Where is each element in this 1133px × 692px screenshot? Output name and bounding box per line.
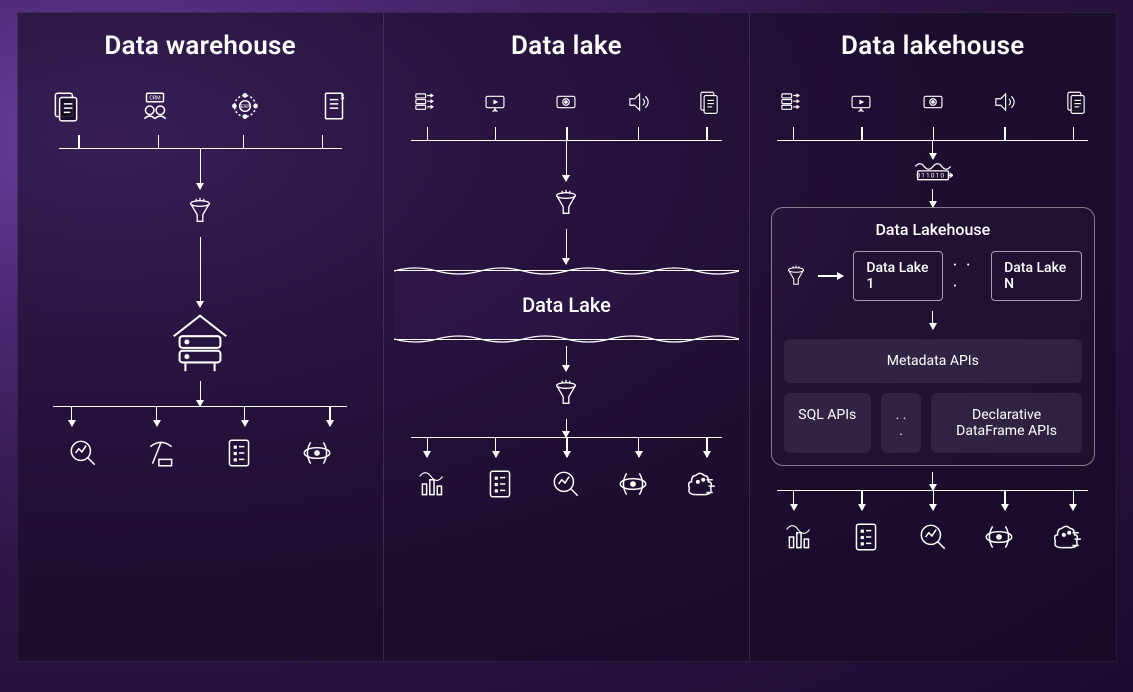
- documents-icon: [696, 89, 722, 115]
- column-data-warehouse: Data warehouse: [18, 13, 384, 661]
- consumer-icons-row: [404, 467, 729, 501]
- metadata-apis-box: Metadata APIs: [784, 339, 1083, 383]
- source-icons-row: [28, 89, 373, 123]
- arrow-down-icon: [566, 229, 567, 264]
- audio-icon: [625, 89, 651, 115]
- ellipsis: · · ·: [953, 255, 981, 297]
- analytics-search-icon: [916, 520, 950, 554]
- fan-out-connector: [53, 406, 347, 426]
- billing-icon: [317, 89, 351, 123]
- fan-in-connector: [777, 127, 1088, 141]
- documents-icon: [1063, 89, 1089, 115]
- streaming-data-icon: [411, 89, 437, 115]
- lakehouse-container: Data Lakehouse Data Lake 1 · · · Data La…: [771, 207, 1096, 466]
- camera-icon: [553, 89, 579, 115]
- arrow-down-icon: [566, 141, 567, 181]
- video-icon: [848, 89, 874, 115]
- data-lake-storage: Data Lake: [394, 270, 739, 340]
- fan-in-connector: [411, 127, 722, 141]
- reports-icon: [849, 520, 883, 554]
- etl-funnel-icon: [784, 262, 808, 290]
- arrow-down-icon: [932, 472, 933, 490]
- data-warehouse-icon: [165, 307, 235, 381]
- lake-label: Data Lake N: [1004, 260, 1066, 292]
- streaming-data-icon: [777, 89, 803, 115]
- bi-dashboards-icon: [416, 467, 450, 501]
- ml-science-icon: [616, 467, 650, 501]
- sql-apis-box: SQL APIs: [784, 393, 872, 453]
- crm-icon: [138, 89, 172, 123]
- arrow-down-icon: [200, 381, 201, 406]
- api-label: Declarative DataFrame APIs: [956, 407, 1057, 439]
- fan-out-connector: [777, 490, 1088, 510]
- column-title: Data warehouse: [104, 31, 296, 61]
- lakehouse-box-title: Data Lakehouse: [875, 220, 990, 239]
- lake-label: Data Lake 1: [866, 260, 928, 292]
- arrow-right-icon: [818, 275, 844, 276]
- ai-brain-icon: [1049, 520, 1083, 554]
- etl-funnel-icon: [185, 193, 215, 233]
- consumer-icons-row: [48, 436, 352, 470]
- arrow-down-icon: [200, 149, 201, 189]
- column-title: Data lake: [511, 31, 622, 61]
- column-data-lake: Data lake Data Lake: [384, 13, 750, 661]
- source-icons-row: [760, 89, 1105, 115]
- ml-science-icon: [300, 436, 334, 470]
- reports-icon: [483, 467, 517, 501]
- dataframe-apis-box: Declarative DataFrame APIs: [931, 393, 1082, 453]
- data-mining-icon: [144, 436, 178, 470]
- data-lake-label: Data Lake: [522, 293, 611, 317]
- arrow-down-icon: [566, 419, 567, 437]
- reports-icon: [222, 436, 256, 470]
- ml-science-icon: [982, 520, 1016, 554]
- arrow-down-icon: [932, 189, 933, 207]
- column-title: Data lakehouse: [841, 31, 1025, 61]
- ellipsis-box: . . .: [881, 393, 921, 453]
- arrow-down-icon: [200, 237, 201, 307]
- arrow-down-icon: [932, 141, 933, 159]
- fan-in-connector: [59, 135, 342, 149]
- api-label: SQL APIs: [798, 407, 856, 423]
- arrow-down-icon: [566, 346, 567, 371]
- bi-dashboards-icon: [783, 520, 817, 554]
- column-data-lakehouse: Data lakehouse Data Lakehouse Data Lake …: [750, 13, 1115, 661]
- fan-out-connector: [411, 437, 722, 457]
- api-label: Metadata APIs: [887, 353, 979, 369]
- analytics-search-icon: [549, 467, 583, 501]
- stream-binary-icon: [913, 161, 953, 187]
- ellipsis: . . .: [893, 407, 909, 439]
- etl-funnel-icon: [551, 375, 581, 415]
- data-lake-cell: Data Lake 1: [853, 251, 942, 301]
- arrow-down-icon: [932, 311, 933, 329]
- data-lake-cell: Data Lake N: [991, 251, 1082, 301]
- documents-icon: [49, 89, 83, 123]
- ai-brain-icon: [683, 467, 717, 501]
- source-icons-row: [394, 89, 739, 115]
- erp-icon: [228, 89, 262, 123]
- consumer-icons-row: [771, 520, 1096, 554]
- analytics-search-icon: [66, 436, 100, 470]
- camera-icon: [920, 89, 946, 115]
- etl-funnel-icon: [551, 185, 581, 225]
- audio-icon: [991, 89, 1017, 115]
- video-icon: [482, 89, 508, 115]
